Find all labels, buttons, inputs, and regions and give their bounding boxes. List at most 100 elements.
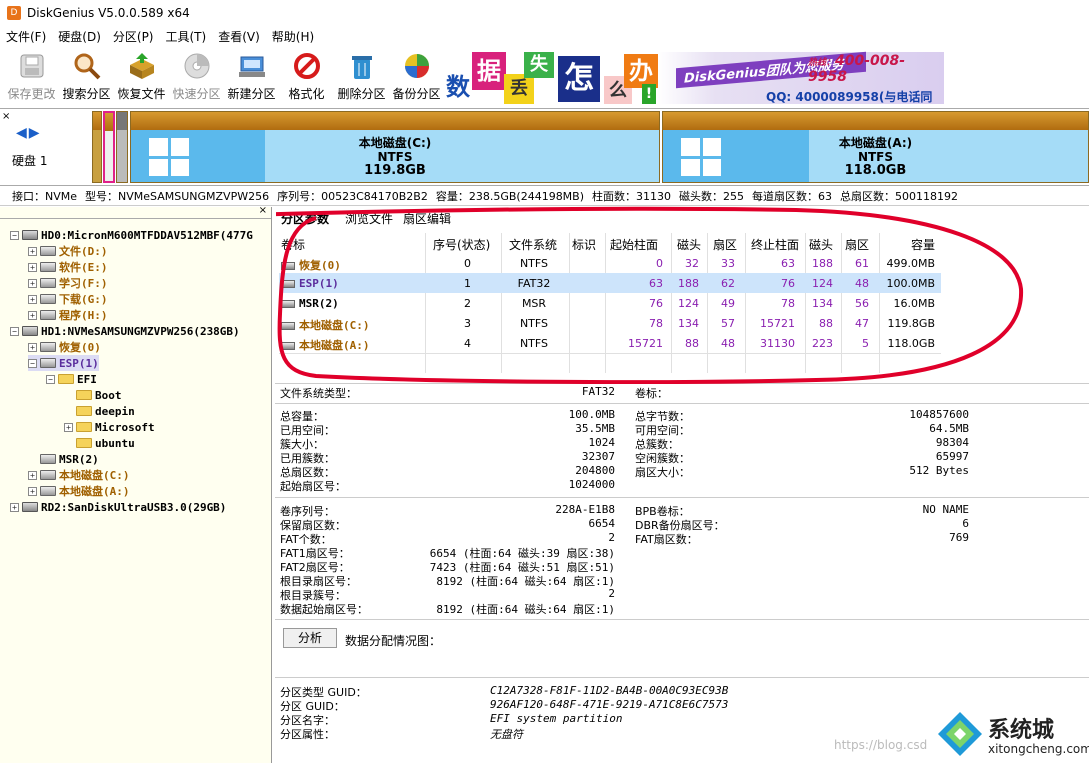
- tree-node-part[interactable]: MSR(2): [28, 451, 99, 467]
- expand-icon[interactable]: +: [64, 422, 73, 432]
- tree-node-folder[interactable]: + Microsoft: [64, 419, 155, 435]
- table-row[interactable]: 本地磁盘(A:) 4 NTFS 15721 88 48 31130 223 5 118.0GB: [279, 333, 941, 353]
- tree-node-folder[interactable]: ubuntu: [64, 435, 135, 451]
- tree-node-part[interactable]: − ESP(1): [28, 355, 99, 371]
- collapse-icon[interactable]: −: [46, 374, 55, 384]
- cell-start-cyl: 78: [649, 317, 663, 330]
- tree-node-part[interactable]: + 本地磁盘(C:): [28, 467, 130, 483]
- cell-end-sec: 48: [855, 277, 869, 290]
- cell-size: 118.0GB: [887, 337, 935, 350]
- expand-icon[interactable]: +: [28, 310, 37, 320]
- expand-icon[interactable]: +: [28, 246, 37, 256]
- disk-nav: ◀ ▶: [16, 125, 46, 141]
- column-header[interactable]: 卷标: [281, 236, 305, 253]
- partition-block-recovery[interactable]: [92, 111, 102, 183]
- tab-partition-params[interactable]: 分区参数: [281, 210, 329, 227]
- banner-service: DiskGenius团队为您服务 热线：400-008-9958 QQ: 400…: [658, 51, 944, 104]
- backup-partition-button[interactable]: 备份分区: [389, 48, 444, 106]
- trash-icon: [347, 51, 377, 81]
- column-header[interactable]: 容量: [911, 236, 935, 253]
- collapse-icon[interactable]: −: [28, 358, 37, 368]
- tree-node-folder[interactable]: deepin: [64, 403, 135, 419]
- tree-node-part[interactable]: + 恢复(0): [28, 339, 101, 355]
- column-header[interactable]: 起始柱面: [610, 236, 658, 253]
- cell-end-sec: 61: [855, 257, 869, 270]
- expand-icon[interactable]: +: [10, 502, 19, 512]
- column-header[interactable]: 标识: [572, 236, 596, 253]
- partition-block-c[interactable]: 本地磁盘(C:) NTFS 119.8GB: [130, 111, 660, 183]
- folder-icon: [58, 374, 74, 384]
- column-header[interactable]: 磁头: [809, 236, 833, 253]
- tree-node-label: RD2:SanDiskUltraUSB3.0(29GB): [41, 500, 227, 514]
- expand-icon[interactable]: +: [28, 294, 37, 304]
- cell-end-sec: 56: [855, 297, 869, 310]
- menu-help[interactable]: 帮助(H): [266, 28, 320, 45]
- column-header[interactable]: 磁头: [677, 236, 701, 253]
- expand-icon[interactable]: +: [28, 486, 37, 496]
- recover-files-button[interactable]: 恢复文件: [114, 48, 169, 106]
- collapse-icon[interactable]: −: [10, 326, 19, 336]
- tab-bar: 分区参数 浏览文件 扇区编辑: [275, 207, 1089, 227]
- column-header[interactable]: 文件系统: [509, 236, 557, 253]
- info-value: 2: [608, 587, 615, 600]
- tree-node-part[interactable]: + 程序(H:): [28, 307, 108, 323]
- column-header[interactable]: 序号(状态): [433, 236, 490, 253]
- info-value: 32307: [581, 450, 615, 463]
- prev-disk-icon[interactable]: ◀: [16, 125, 27, 141]
- tree-node-part[interactable]: + 软件(E:): [28, 259, 108, 275]
- tree-node-part[interactable]: + 本地磁盘(A:): [28, 483, 130, 499]
- expand-icon[interactable]: +: [28, 470, 37, 480]
- menu-tools[interactable]: 工具(T): [160, 28, 213, 45]
- column-header[interactable]: 扇区: [845, 236, 869, 253]
- save-changes-button[interactable]: 保存更改: [4, 48, 59, 106]
- tab-sector-edit[interactable]: 扇区编辑: [403, 210, 451, 227]
- tree-node-part[interactable]: + 学习(F:): [28, 275, 108, 291]
- tree-node-disk[interactable]: + RD2:SanDiskUltraUSB3.0(29GB): [10, 499, 226, 515]
- search-partition-button[interactable]: 搜索分区: [59, 48, 114, 106]
- table-row[interactable]: MSR(2) 2 MSR 76 124 49 78 134 56 16.0MB: [279, 293, 941, 313]
- expand-icon[interactable]: +: [28, 342, 37, 352]
- row-label: 恢复(0): [299, 259, 341, 272]
- hard-disk-icon: [22, 230, 38, 240]
- tree-node-disk[interactable]: − HD0:MicronM600MTFDDAV512MBF(477G: [10, 227, 253, 243]
- quick-partition-button[interactable]: 快速分区: [169, 48, 224, 106]
- close-icon[interactable]: ×: [259, 205, 267, 216]
- expand-icon[interactable]: +: [28, 262, 37, 272]
- new-partition-button[interactable]: 新建分区: [224, 48, 279, 106]
- tree-node-part[interactable]: + 下载(G:): [28, 291, 108, 307]
- next-disk-icon[interactable]: ▶: [29, 125, 40, 141]
- collapse-icon[interactable]: −: [10, 230, 19, 240]
- tree-node-label: HD0:MicronM600MTFDDAV512MBF(477G: [41, 228, 253, 242]
- tree-node-disk[interactable]: − HD1:NVMeSAMSUNGMZVPW256(238GB): [10, 323, 240, 339]
- partition-block-msr[interactable]: [116, 111, 128, 183]
- cell-end-cyl: 76: [781, 277, 795, 290]
- expand-icon[interactable]: +: [28, 278, 37, 288]
- analyze-button[interactable]: 分析: [283, 628, 337, 648]
- format-button[interactable]: 格式化: [279, 48, 334, 106]
- column-header[interactable]: 扇区: [713, 236, 737, 253]
- tab-browse-files[interactable]: 浏览文件: [345, 210, 393, 227]
- menu-file[interactable]: 文件(F): [0, 28, 52, 45]
- menu-view[interactable]: 查看(V): [212, 28, 266, 45]
- cell-start-head: 188: [678, 277, 699, 290]
- fs-type-value: FAT32: [581, 385, 615, 398]
- partition-block-a[interactable]: 本地磁盘(A:) NTFS 118.0GB: [662, 111, 1089, 183]
- tree-node-part[interactable]: + 文件(D:): [28, 243, 108, 259]
- tree-node-folder[interactable]: Boot: [64, 387, 122, 403]
- info-value: 926AF120-648F-471E-9219-A71C8E6C7573: [490, 698, 729, 711]
- tree-node-folder[interactable]: − EFI: [46, 371, 97, 387]
- cell-end-sec: 47: [855, 317, 869, 330]
- ad-banner[interactable]: 数 据 丢 失 怎 么 办 ! DiskGenius团队为您服务 热线：400-…: [444, 50, 944, 105]
- table-row[interactable]: 本地磁盘(C:) 3 NTFS 78 134 57 15721 88 47 119.8GB: [279, 313, 941, 333]
- menu-disk[interactable]: 硬盘(D): [52, 28, 107, 45]
- table-row[interactable]: ESP(1) 1 FAT32 63 188 62 76 124 48 100.0MB: [279, 273, 941, 293]
- delete-partition-button[interactable]: 删除分区: [334, 48, 389, 106]
- column-header[interactable]: 终止柱面: [751, 236, 799, 253]
- close-icon[interactable]: ×: [2, 111, 10, 122]
- info-value: 228A-E1B8: [555, 503, 615, 516]
- table-row[interactable]: 恢复(0) 0 NTFS 0 32 33 63 188 61 499.0MB: [279, 253, 941, 273]
- tree-node-label: EFI: [77, 372, 97, 386]
- menu-partition[interactable]: 分区(P): [107, 28, 160, 45]
- banner-char: !: [642, 84, 656, 104]
- partition-block-esp[interactable]: [103, 111, 115, 183]
